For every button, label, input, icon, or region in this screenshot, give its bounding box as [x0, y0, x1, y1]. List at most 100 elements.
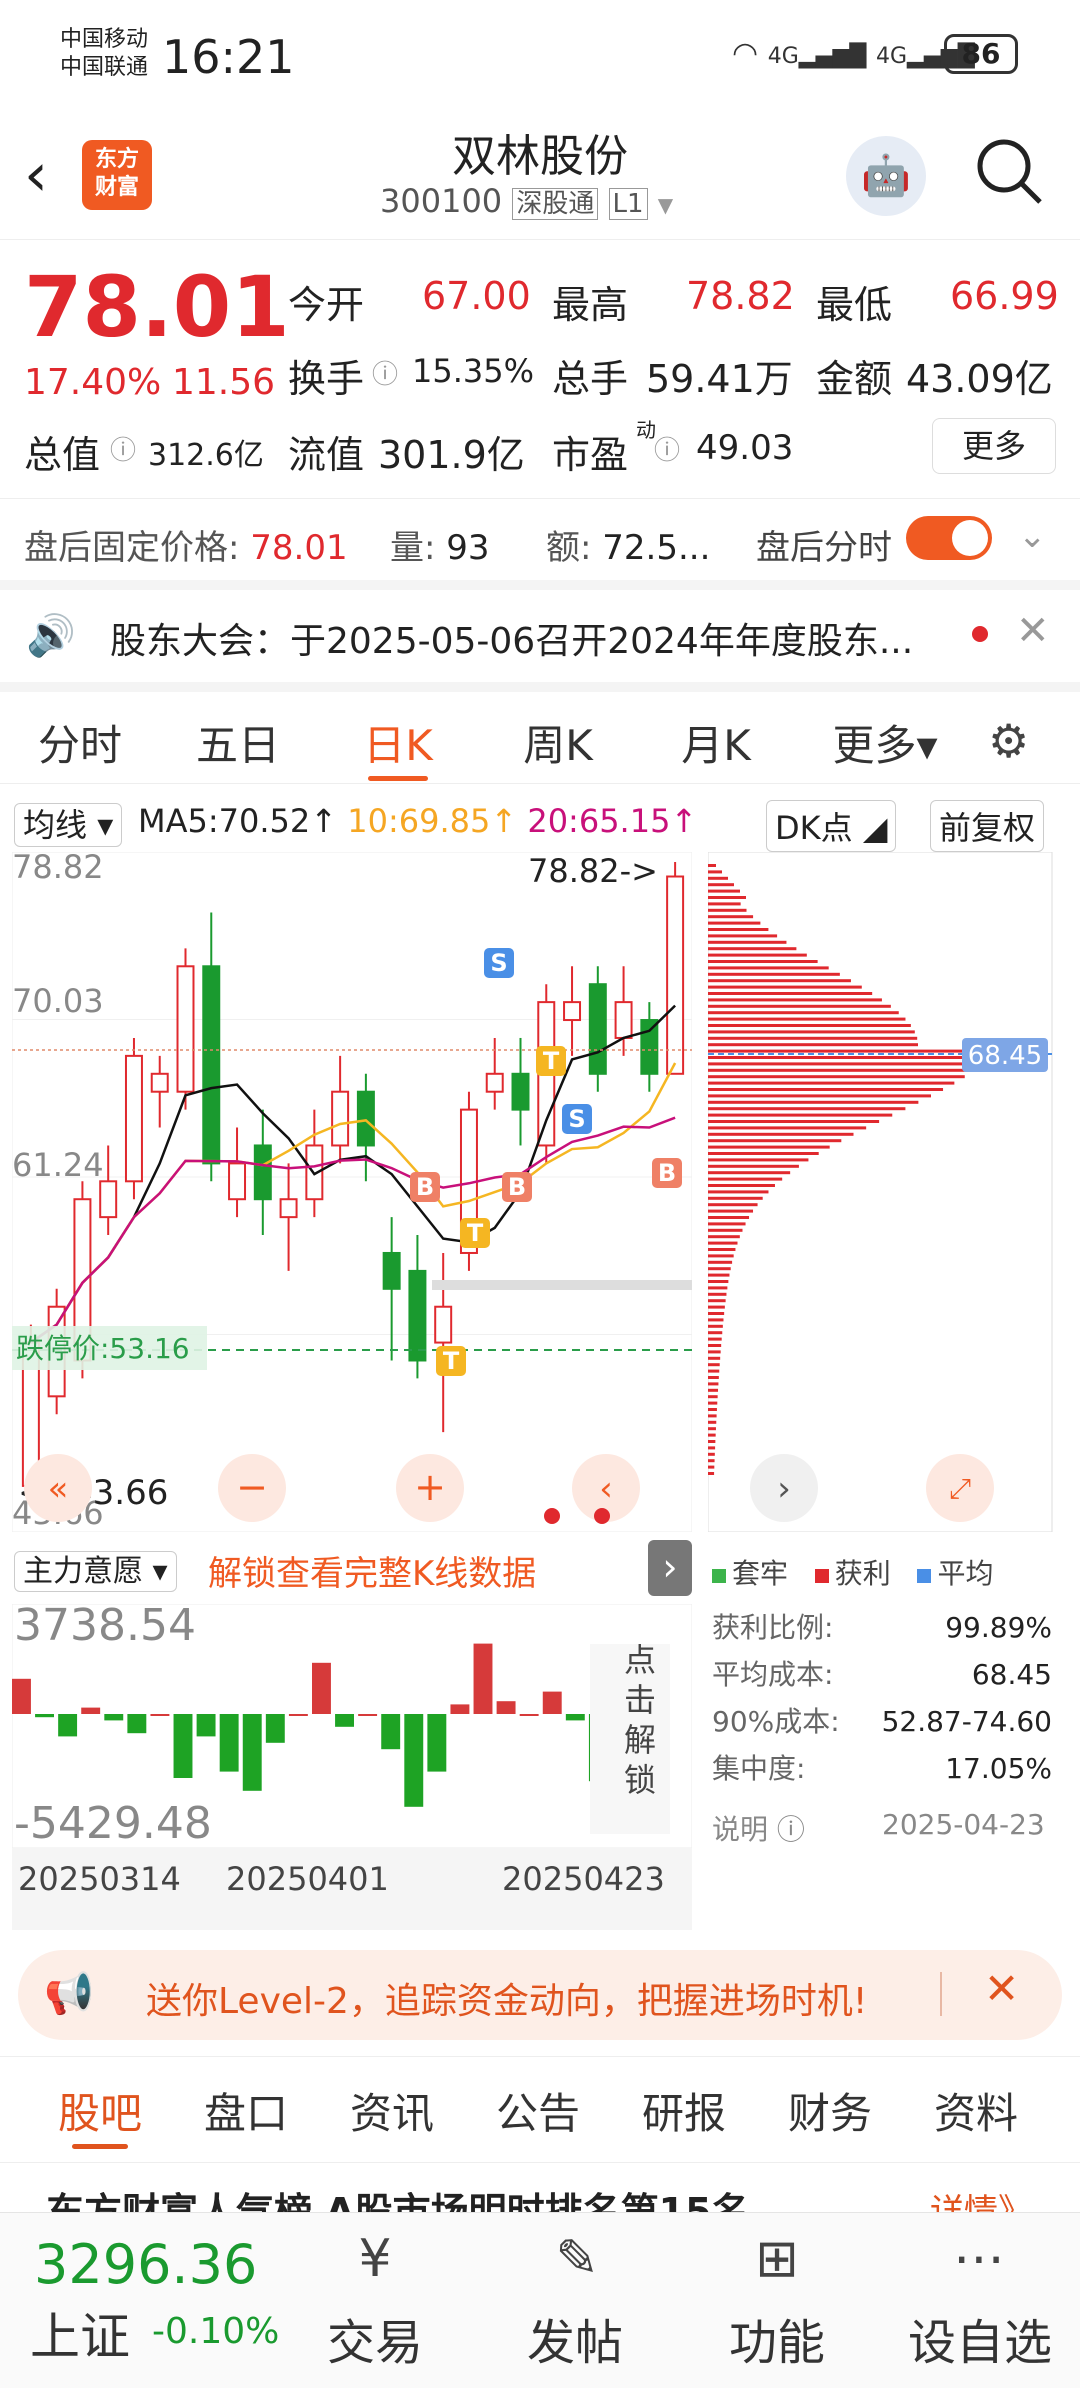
- close-icon[interactable]: ✕: [984, 1964, 1019, 2013]
- chip-bar: [708, 1305, 725, 1309]
- chip-bar: [708, 1190, 769, 1194]
- after-hours-toggle[interactable]: [906, 516, 992, 560]
- tab-more[interactable]: 更多▾: [820, 712, 950, 773]
- unlock-side-text[interactable]: 点击解锁: [624, 1640, 656, 1800]
- chip-bar: [708, 1088, 944, 1091]
- svg-text:B: B: [508, 1173, 526, 1201]
- active-tab-indicator: [72, 2144, 128, 2149]
- flow-bar: [219, 1714, 239, 1772]
- stat-row: 平均成本: 68.45: [712, 1651, 1052, 1698]
- more-dots-icon[interactable]: ⋯: [934, 2229, 1024, 2289]
- chip-bar: [708, 1388, 719, 1392]
- legend-profit: 获利: [834, 1557, 891, 1590]
- price-label-mid1: 70.03: [12, 982, 104, 1020]
- chip-bar: [708, 1331, 723, 1335]
- svg-text:S: S: [490, 949, 507, 977]
- add-watchlist-button[interactable]: 设自选: [898, 2303, 1062, 2373]
- chip-note[interactable]: 说明 ⓘ: [712, 1808, 805, 1848]
- trade-button[interactable]: 交易: [310, 2303, 440, 2373]
- tab-profile[interactable]: 资料: [916, 2080, 1036, 2141]
- flow-bar: [150, 1714, 170, 1716]
- tab-guba[interactable]: 股吧: [40, 2080, 160, 2141]
- chip-bar: [708, 998, 882, 1002]
- search-icon[interactable]: [974, 136, 1044, 206]
- candle-body: [253, 1144, 272, 1201]
- chip-bar: [708, 1004, 891, 1008]
- grid-icon[interactable]: ⊞: [732, 2229, 822, 2289]
- note-label: 说明: [712, 1813, 769, 1846]
- after-hours-vol: 量: 93: [390, 520, 490, 569]
- high-value: 78.82: [686, 274, 795, 318]
- function-button[interactable]: 功能: [712, 2303, 842, 2373]
- chip-bar: [708, 1132, 854, 1136]
- market-cap-label: 总值: [24, 433, 101, 477]
- ma-select[interactable]: 均线 ▾: [14, 803, 123, 847]
- dropdown-icon[interactable]: ▼: [658, 193, 673, 217]
- chip-bar: [708, 1177, 783, 1181]
- tab-intraday[interactable]: 分时: [20, 712, 140, 773]
- chip-bar: [708, 934, 778, 938]
- clock: 16:21: [162, 30, 295, 84]
- chip-bar: [708, 1107, 906, 1111]
- wifi-icon: ◠: [732, 36, 759, 71]
- divider: [0, 682, 1080, 692]
- chip-distribution[interactable]: 68.45 › ⤢: [708, 852, 1060, 1532]
- info-icon[interactable]: ⓘ: [110, 430, 136, 467]
- chip-bar: [708, 940, 787, 944]
- chip-bar: [708, 1472, 715, 1475]
- unlock-link[interactable]: 解锁查看完整K线数据: [208, 1546, 536, 1595]
- svg-text:T: T: [443, 1347, 460, 1375]
- ma-values: MA5:70.52↑ 10:69.85↑ 20:65.15↑: [138, 802, 697, 840]
- svg-text:›: ›: [777, 1469, 791, 1509]
- stat-row: 集中度: 17.05%: [712, 1745, 1052, 1792]
- pe-label: 市盈: [552, 433, 629, 477]
- gear-icon[interactable]: ⚙: [988, 714, 1029, 768]
- chip-bar: [708, 928, 769, 931]
- adjust-button[interactable]: 前复权: [930, 800, 1045, 852]
- chip-bar: [708, 896, 746, 899]
- tab-monthly-k[interactable]: 月K: [656, 712, 776, 773]
- stock-code: 300100: [380, 182, 503, 220]
- kline-chart[interactable]: 78.82 70.03 61.24 43.66 78.82-> <--43.66…: [12, 852, 692, 1532]
- chip-bar: [708, 985, 862, 989]
- flow-bar: [542, 1691, 562, 1714]
- tab-five-day[interactable]: 五日: [178, 712, 298, 773]
- chip-bar: [708, 1120, 880, 1123]
- tab-daily-k[interactable]: 日K: [338, 712, 458, 773]
- notice-bar[interactable]: 🔊 股东大会：于2025-05-06召开2024年年度股东... ✕: [0, 590, 1080, 682]
- tab-announcements[interactable]: 公告: [478, 2080, 598, 2141]
- post-button[interactable]: 发帖: [510, 2303, 640, 2373]
- index-name[interactable]: 上证: [30, 2297, 130, 2369]
- tab-weekly-k[interactable]: 周K: [498, 712, 618, 773]
- flow-select[interactable]: 主力意愿 ▾: [14, 1546, 177, 1592]
- dk-point-button[interactable]: DK点 ◢: [766, 800, 897, 852]
- tab-finance[interactable]: 财务: [770, 2080, 890, 2141]
- candle-body: [331, 1090, 350, 1147]
- info-icon[interactable]: ⓘ: [372, 354, 398, 391]
- flow-bar: [312, 1662, 331, 1714]
- more-button[interactable]: 更多: [932, 418, 1056, 474]
- low-value: 66.99: [950, 274, 1059, 318]
- info-icon[interactable]: ⓘ: [654, 430, 680, 467]
- divider: [940, 1972, 942, 2016]
- candle-body: [356, 1090, 375, 1147]
- edit-icon[interactable]: ✎: [532, 2229, 622, 2289]
- trade-icon[interactable]: ¥: [330, 2229, 420, 2289]
- level2-banner[interactable]: 📢 送你Level-2，追踪资金动向，把握进场时机! ✕: [18, 1950, 1062, 2040]
- tab-pankou[interactable]: 盘口: [186, 2080, 306, 2141]
- after-hours-label: 盘后分时: [756, 528, 892, 568]
- chip-bar: [708, 1196, 763, 1200]
- battery-icon: 86: [944, 34, 1018, 74]
- back-arrow-icon[interactable]: ‹: [24, 140, 48, 210]
- robot-avatar-icon[interactable]: 🤖: [846, 136, 926, 216]
- index-value[interactable]: 3296.36: [34, 2233, 257, 2296]
- chip-bar: [708, 1126, 867, 1130]
- tab-research[interactable]: 研报: [624, 2080, 744, 2141]
- chip-bar: [708, 1043, 918, 1047]
- chip-bar: [708, 1273, 730, 1277]
- chevron-right-icon[interactable]: ›: [648, 1540, 692, 1596]
- tab-news[interactable]: 资讯: [332, 2080, 452, 2141]
- chevron-down-icon[interactable]: ⌄: [1018, 516, 1047, 556]
- candle-body: [666, 875, 685, 1075]
- close-icon[interactable]: ✕: [1016, 608, 1050, 654]
